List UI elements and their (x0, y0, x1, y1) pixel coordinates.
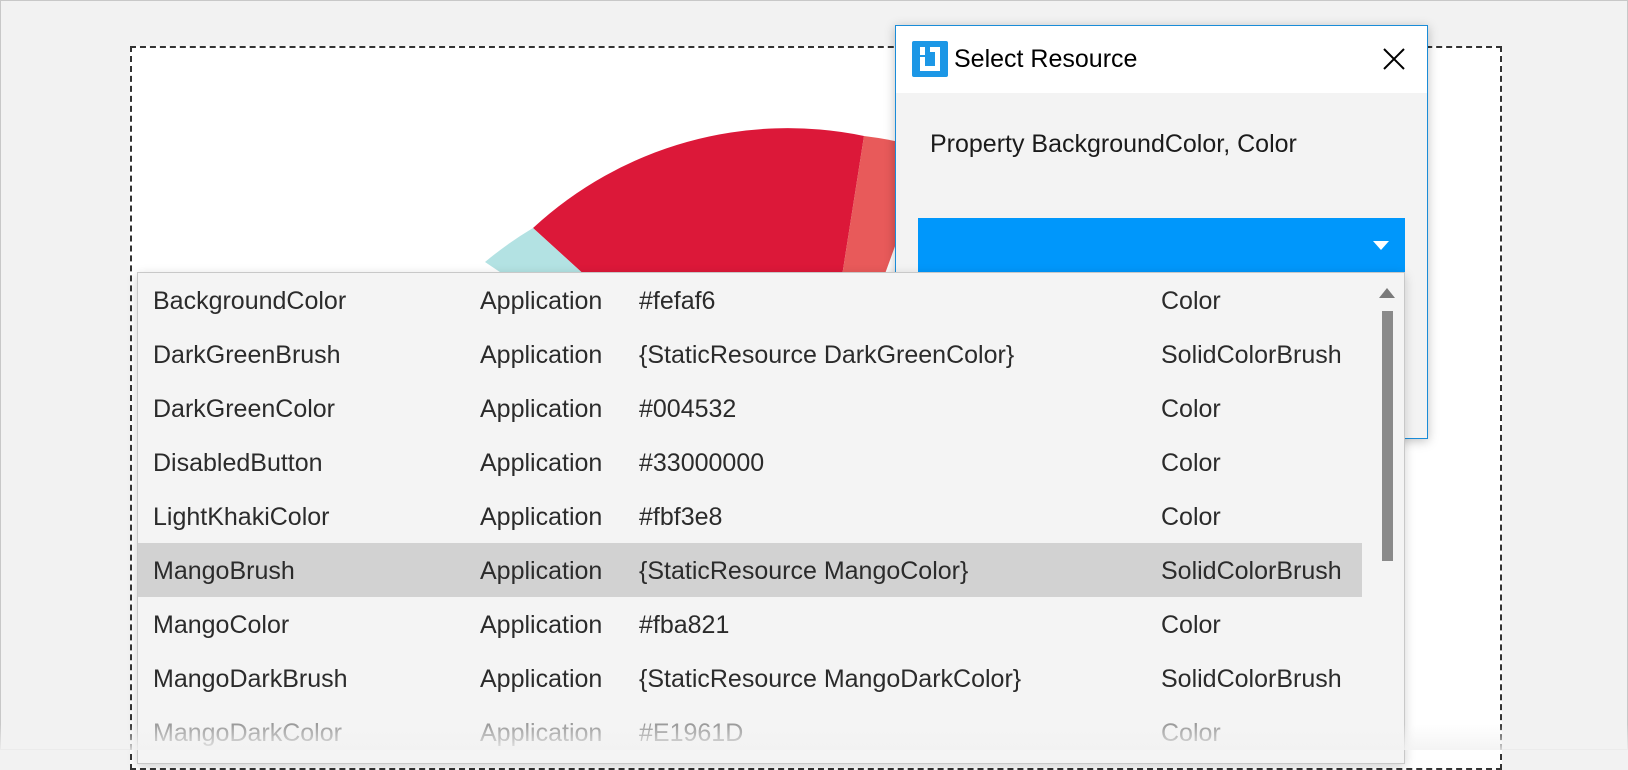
resource-type: SolidColorBrush (1161, 557, 1342, 585)
app-logo-icon (912, 41, 948, 77)
resource-name: DisabledButton (153, 449, 323, 477)
resource-type: SolidColorBrush (1161, 341, 1342, 369)
list-item[interactable]: MangoColor Application #fba821 Color (138, 597, 1362, 651)
close-icon (1383, 48, 1405, 70)
list-item[interactable]: MangoDarkBrush Application {StaticResour… (138, 651, 1362, 705)
resource-value: {StaticResource MangoDarkColor} (639, 665, 1022, 693)
resource-type: Color (1161, 719, 1221, 747)
resource-name: DarkGreenBrush (153, 341, 341, 369)
resource-type: SolidColorBrush (1161, 665, 1342, 693)
list-item[interactable]: DisabledButton Application #33000000 Col… (138, 435, 1362, 489)
list-item[interactable]: DarkGreenColor Application #004532 Color (138, 381, 1362, 435)
resource-value: {StaticResource MangoColor} (639, 557, 969, 585)
resource-type: Color (1161, 449, 1221, 477)
resource-value: #fefaf6 (639, 287, 716, 315)
resource-value: #fbf3e8 (639, 503, 723, 531)
resource-value: #E1961D (639, 719, 744, 747)
resource-name: MangoBrush (153, 557, 295, 585)
resource-type: Color (1161, 287, 1221, 315)
resource-scope: Application (480, 287, 603, 315)
resource-type: Color (1161, 503, 1221, 531)
resource-name: MangoDarkColor (153, 719, 342, 747)
resource-name: MangoColor (153, 611, 290, 639)
list-item[interactable]: LightKhakiColor Application #fbf3e8 Colo… (138, 489, 1362, 543)
resource-name: DarkGreenColor (153, 395, 336, 423)
scroll-up-arrow-icon[interactable] (1379, 287, 1395, 299)
resource-scope: Application (480, 611, 603, 639)
resource-scope: Application (480, 503, 603, 531)
resource-scope: Application (480, 341, 603, 369)
resource-scope: Application (480, 449, 603, 477)
scrollbar-thumb[interactable] (1382, 311, 1393, 561)
list-item-selected[interactable]: MangoBrush Application {StaticResource M… (138, 543, 1362, 597)
resource-scope: Application (480, 395, 603, 423)
vertical-scrollbar[interactable] (1370, 273, 1404, 763)
list-item[interactable]: MangoDarkColor Application #E1961D Color (138, 705, 1362, 759)
dialog-titlebar: Select Resource (896, 26, 1427, 93)
list-item[interactable]: BackgroundColor Application #fefaf6 Colo… (138, 273, 1362, 327)
resource-value: #33000000 (639, 449, 765, 477)
resource-scope: Application (480, 557, 603, 585)
resource-value: {StaticResource DarkGreenColor} (639, 341, 1015, 369)
list-item[interactable]: DarkGreenBrush Application {StaticResour… (138, 327, 1362, 381)
resource-list[interactable]: BackgroundColor Application #fefaf6 Colo… (137, 272, 1405, 764)
dialog-title: Select Resource (954, 45, 1138, 73)
close-button[interactable] (1373, 38, 1415, 80)
resource-name: MangoDarkBrush (153, 665, 348, 693)
resource-type: Color (1161, 395, 1221, 423)
resource-name: BackgroundColor (153, 287, 347, 315)
chevron-down-icon (1373, 241, 1389, 250)
resource-select-dropdown[interactable] (918, 218, 1405, 276)
property-description: Property BackgroundColor, Color (930, 130, 1297, 158)
resource-scope: Application (480, 665, 603, 693)
resource-value: #004532 (639, 395, 737, 423)
resource-scope: Application (480, 719, 603, 747)
resource-type: Color (1161, 611, 1221, 639)
resource-value: #fba821 (639, 611, 730, 639)
resource-name: LightKhakiColor (153, 503, 330, 531)
